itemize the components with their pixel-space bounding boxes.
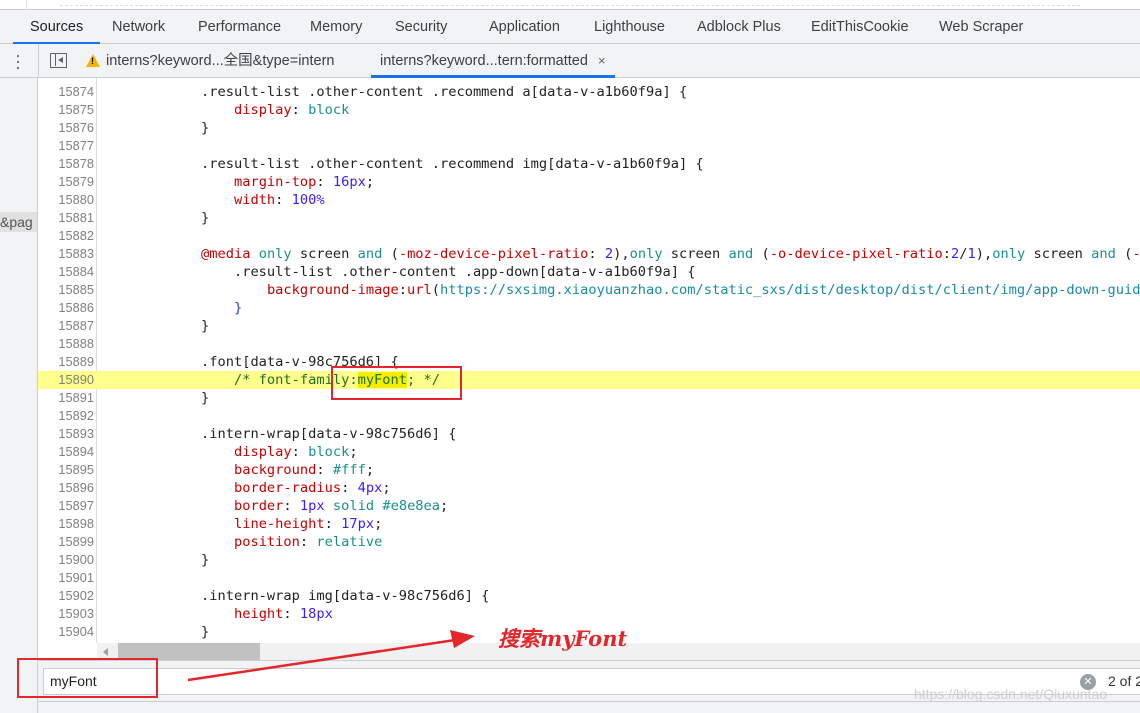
annotation-text: 搜索myFont (498, 626, 628, 651)
annotation-arrow (187, 630, 475, 682)
watermark: https://blog.csdn.net/Qiuxuntao (914, 686, 1108, 702)
